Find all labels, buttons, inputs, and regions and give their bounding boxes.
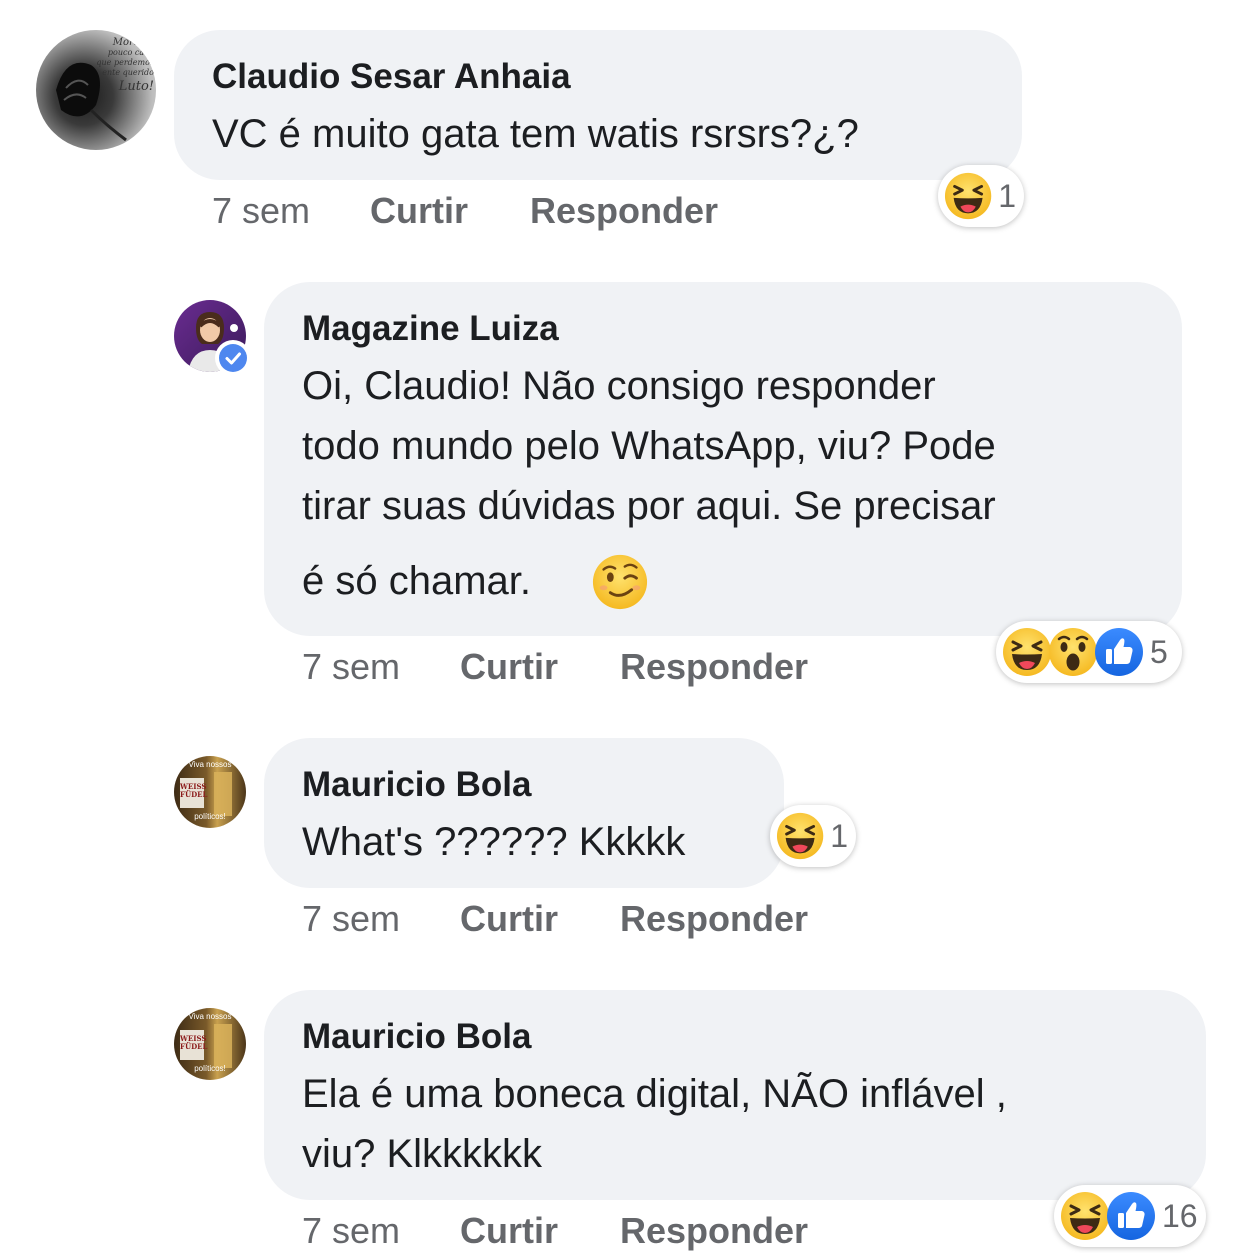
avatar-caption: Morrem xyxy=(112,37,154,48)
comment-author[interactable]: Mauricio Bola xyxy=(302,765,531,805)
comment-author[interactable]: Magazine Luiza xyxy=(302,309,559,349)
reaction-summary[interactable]: 16 xyxy=(1054,1185,1206,1247)
like-button[interactable]: Curtir xyxy=(460,898,558,940)
comment-time[interactable]: 7 sem xyxy=(302,1210,400,1252)
reaction-summary[interactable]: 1 xyxy=(770,805,856,867)
comment-text: VC é muito gata tem watis rsrsrs?¿? xyxy=(212,112,859,156)
like-button[interactable]: Curtir xyxy=(460,1210,558,1252)
verified-check-icon xyxy=(219,344,247,372)
avatar-caption: que perdemos xyxy=(96,58,154,67)
avatar-caption: Viva nossos xyxy=(188,1012,232,1021)
wow-icon xyxy=(1048,627,1098,677)
avatar[interactable]: Viva nossos WEISS FÜDEL políticos! xyxy=(174,756,246,828)
avatar-caption: Viva nossos xyxy=(188,760,232,769)
comment-author[interactable]: Claudio Sesar Anhaia xyxy=(212,57,571,97)
reply-button[interactable]: Responder xyxy=(620,1210,808,1252)
reaction-count: 1 xyxy=(830,817,848,854)
reaction-count: 16 xyxy=(1162,1197,1198,1234)
comment-text: tirar suas dúvidas por aqui. Se precisar xyxy=(302,484,996,528)
reaction-count: 5 xyxy=(1150,633,1168,670)
like-icon xyxy=(1094,627,1144,677)
like-button[interactable]: Curtir xyxy=(370,190,468,232)
haha-icon xyxy=(944,171,992,221)
wink-emoji xyxy=(591,553,649,611)
comment-time[interactable]: 7 sem xyxy=(302,646,400,688)
comment-time[interactable]: 7 sem xyxy=(212,190,310,232)
avatar-caption: políticos! xyxy=(194,812,226,821)
reply-button[interactable]: Responder xyxy=(620,898,808,940)
haha-icon xyxy=(1060,1191,1110,1241)
haha-icon xyxy=(1002,627,1052,677)
reaction-summary[interactable]: 5 xyxy=(996,621,1182,683)
avatar[interactable]: Viva nossos WEISS FÜDEL políticos! xyxy=(174,1008,246,1080)
comment-text: What's ?????? Kkkkk xyxy=(302,820,686,864)
reply-button[interactable]: Responder xyxy=(530,190,718,232)
comment-text: Oi, Claudio! Não consigo responder xyxy=(302,364,936,408)
comment-text: todo mundo pelo WhatsApp, viu? Pode xyxy=(302,424,996,468)
avatar-caption: políticos! xyxy=(194,1064,226,1073)
avatar-caption: pouco cada xyxy=(107,48,154,57)
reply-button[interactable]: Responder xyxy=(620,646,808,688)
avatar-caption: ente querido xyxy=(102,68,154,77)
avatar-caption: FÜDEL xyxy=(180,790,208,799)
avatar[interactable]: Morrem pouco cada que perdemos ente quer… xyxy=(36,30,156,150)
comment-text: é só chamar. xyxy=(302,559,532,603)
comment-text: viu? Klkkkkkk xyxy=(302,1132,543,1176)
avatar-caption: Luto! xyxy=(118,79,154,94)
reaction-count: 1 xyxy=(998,177,1016,214)
like-button[interactable]: Curtir xyxy=(460,646,558,688)
avatar-caption: FÜDEL xyxy=(180,1042,208,1051)
verified-badge xyxy=(215,340,251,376)
like-icon xyxy=(1106,1191,1156,1241)
comment-time[interactable]: 7 sem xyxy=(302,898,400,940)
reaction-summary[interactable]: 1 xyxy=(938,165,1024,227)
comment-text: Ela é uma boneca digital, NÃO inflável , xyxy=(302,1072,1007,1116)
comment-author[interactable]: Mauricio Bola xyxy=(302,1017,531,1057)
haha-icon xyxy=(776,811,824,861)
